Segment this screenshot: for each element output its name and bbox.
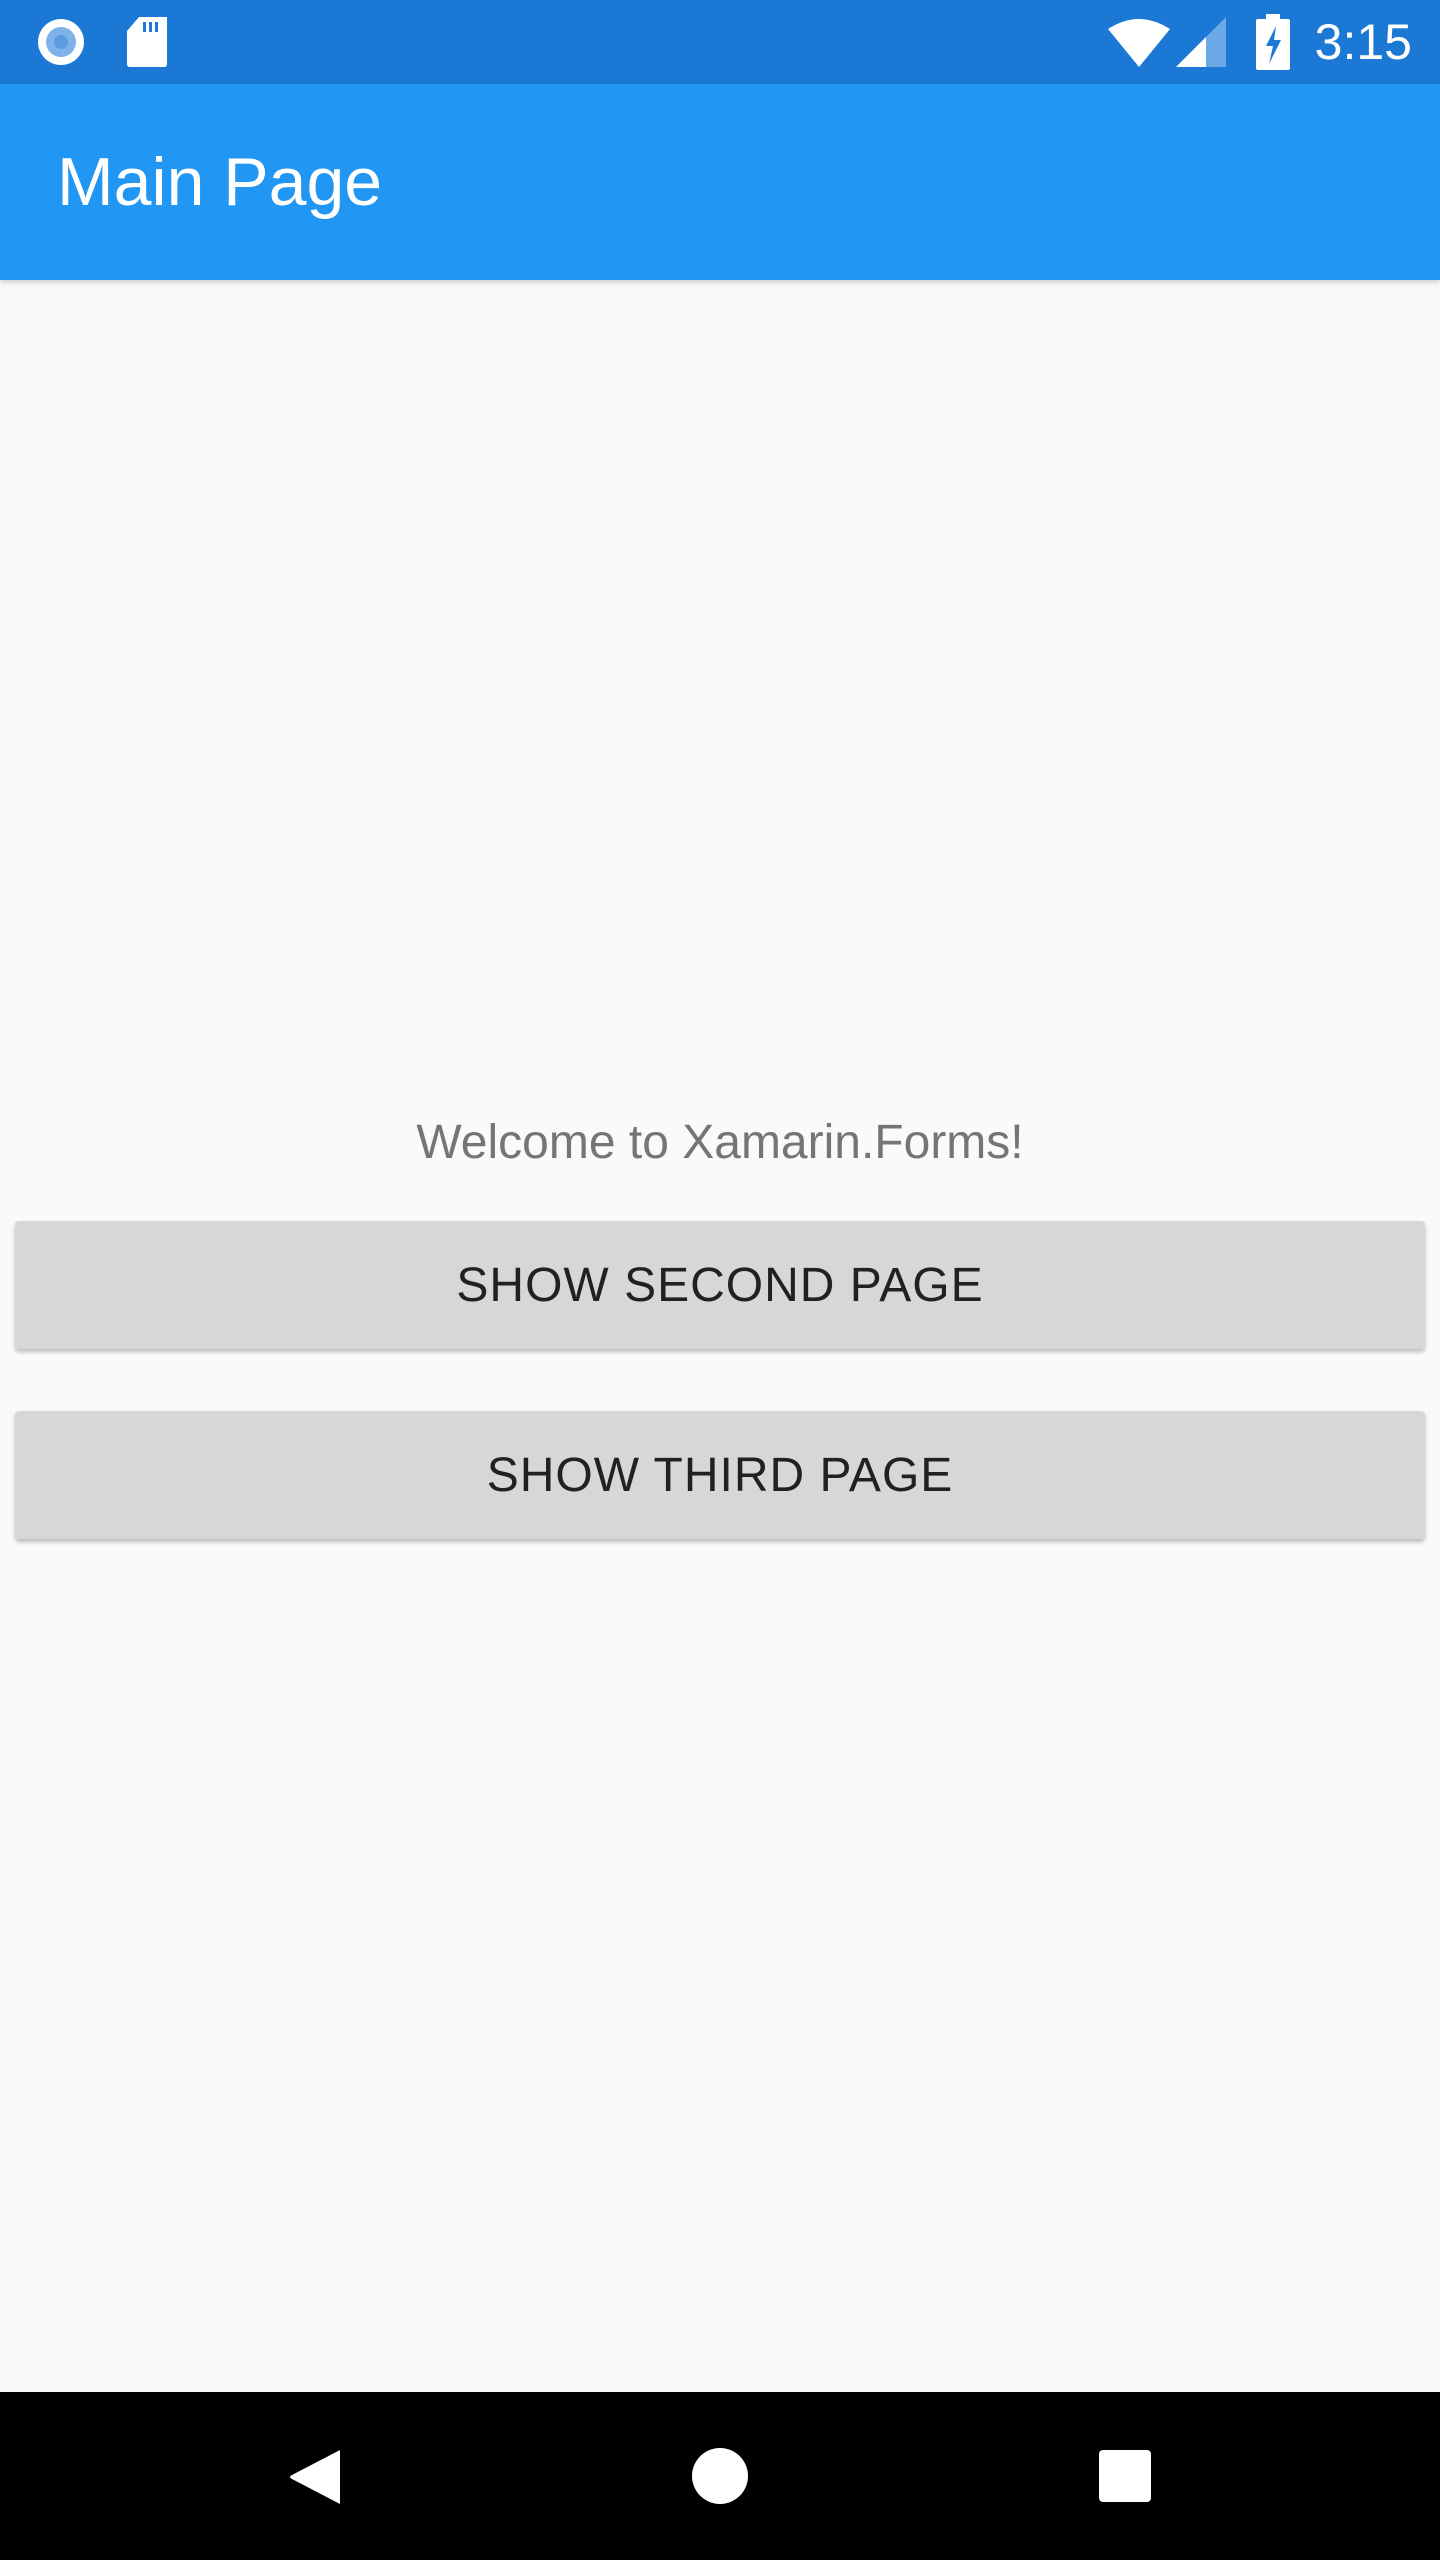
record-icon (38, 19, 84, 65)
show-second-page-button[interactable]: SHOW SECOND PAGE (15, 1221, 1425, 1349)
status-bar: 3:15 (0, 0, 1440, 84)
wifi-icon (1108, 19, 1170, 67)
signal-icon (1176, 17, 1226, 67)
home-icon[interactable] (691, 2447, 749, 2505)
app-toolbar: Main Page (0, 84, 1440, 280)
status-time: 3:15 (1314, 14, 1412, 70)
sd-card-icon (127, 17, 167, 67)
back-icon[interactable] (288, 2448, 344, 2506)
recents-icon[interactable] (1099, 2450, 1151, 2502)
navigation-bar (0, 2392, 1440, 2560)
show-third-page-button[interactable]: SHOW THIRD PAGE (15, 1411, 1425, 1539)
page-title: Main Page (57, 144, 383, 220)
battery-charging-icon (1256, 14, 1290, 70)
welcome-label: Welcome to Xamarin.Forms! (416, 1116, 1024, 1169)
